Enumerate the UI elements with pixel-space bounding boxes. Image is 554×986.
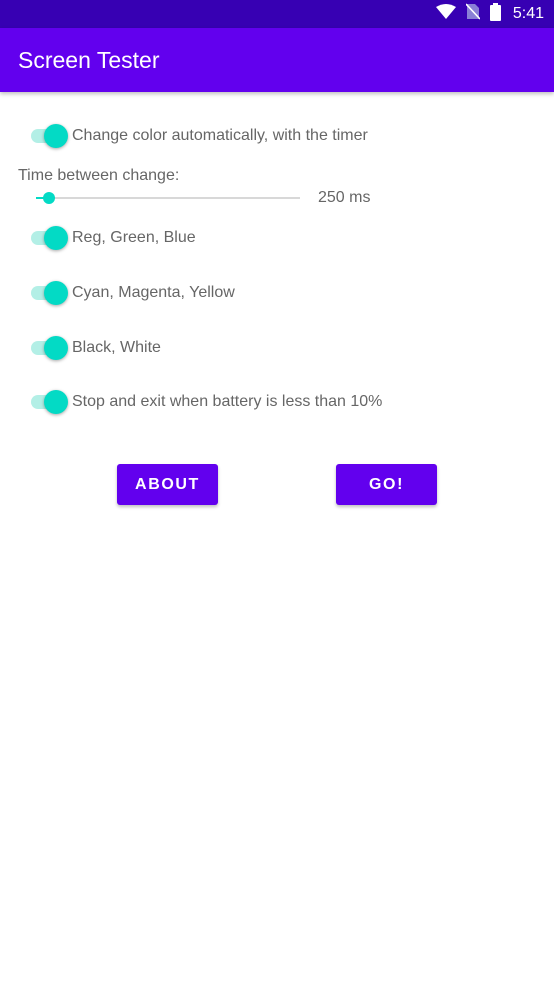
switch-thumb — [44, 390, 68, 414]
app-title: Screen Tester — [18, 47, 160, 73]
switch-thumb — [44, 226, 68, 250]
switch-thumb — [44, 336, 68, 360]
about-button[interactable]: ABOUT — [117, 464, 218, 505]
rgb-label: Reg, Green, Blue — [72, 229, 196, 246]
slider-rail — [36, 197, 300, 199]
status-icons: 5:41 — [435, 0, 544, 28]
switch-thumb — [44, 281, 68, 305]
black-white-switch[interactable] — [31, 333, 69, 363]
no-sim-icon — [465, 3, 481, 25]
app-bar: Screen Tester — [0, 28, 554, 92]
status-bar: 5:41 — [0, 0, 554, 28]
rgb-switch[interactable] — [31, 223, 69, 253]
slider-thumb[interactable] — [43, 192, 55, 204]
status-time: 5:41 — [512, 5, 544, 22]
slider-value: 250 ms — [318, 189, 371, 206]
cmy-switch[interactable] — [31, 278, 69, 308]
interval-slider[interactable] — [36, 187, 300, 209]
slider-title: Time between change: — [18, 167, 180, 184]
battery-exit-label: Stop and exit when battery is less than … — [72, 393, 383, 410]
switch-thumb — [44, 124, 68, 148]
wifi-icon — [435, 3, 456, 25]
battery-exit-switch[interactable] — [31, 387, 69, 417]
auto-change-switch[interactable] — [31, 121, 69, 151]
auto-change-label: Change color automatically, with the tim… — [72, 127, 368, 144]
cmy-label: Cyan, Magenta, Yellow — [72, 284, 235, 301]
black-white-label: Black, White — [72, 339, 161, 356]
battery-icon — [489, 2, 501, 26]
go-button[interactable]: GO! — [336, 464, 437, 505]
